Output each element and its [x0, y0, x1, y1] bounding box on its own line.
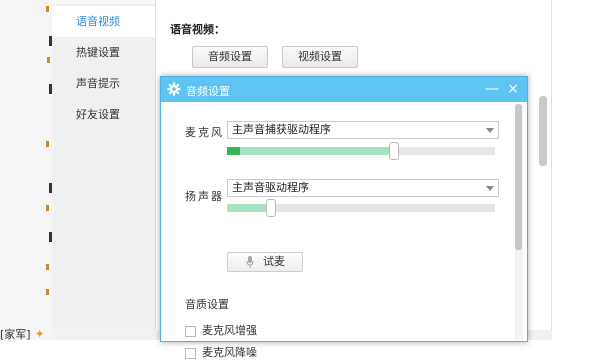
- test-microphone-label: 试麦: [263, 255, 285, 268]
- window-right-edge: [552, 0, 600, 340]
- microphone-device-select[interactable]: 主声音捕获驱动程序: [227, 121, 499, 139]
- background-fragment: [46, 141, 49, 147]
- star-icon: ✦: [34, 327, 45, 341]
- mic-boost-option[interactable]: 麦克风增强: [185, 322, 257, 338]
- video-settings-button[interactable]: 视频设置: [282, 46, 358, 68]
- gear-icon: [167, 82, 181, 96]
- minimize-button[interactable]: —: [484, 80, 500, 98]
- sidebar-item-sound-alerts[interactable]: 声音提示: [52, 68, 155, 99]
- background-fragment: [46, 289, 49, 295]
- section-title: 语音视频：: [170, 23, 225, 36]
- background-fragment: [46, 6, 49, 12]
- microphone-label: 麦克风: [185, 126, 224, 139]
- noise-reduction-checkbox[interactable]: [185, 347, 196, 359]
- noise-reduction-option[interactable]: 麦克风降噪: [185, 344, 257, 360]
- sidebar-item-friends[interactable]: 好友设置: [52, 99, 155, 130]
- speaker-device-select[interactable]: 主声音驱动程序: [227, 179, 499, 197]
- chevron-down-icon: [486, 128, 494, 133]
- speaker-volume-thumb[interactable]: [265, 199, 276, 217]
- microphone-device-value: 主声音捕获驱动程序: [232, 123, 331, 136]
- dialog-scrollbar-thumb[interactable]: [515, 104, 522, 250]
- mic-boost-label: 麦克风增强: [202, 324, 257, 337]
- test-microphone-button[interactable]: 试麦: [227, 252, 303, 272]
- sidebar-item-hotkeys[interactable]: 热键设置: [52, 37, 155, 68]
- microphone-volume-fill: [227, 147, 394, 155]
- dialog-title-bar[interactable]: 音频设置 — ×: [161, 77, 527, 102]
- dialog-body: 麦克风 主声音捕获驱动程序 扬声器 主声音驱动程序 试麦 音质设置 麦克风增强 …: [161, 102, 527, 359]
- close-button[interactable]: ×: [505, 80, 521, 98]
- microphone-icon: [246, 256, 254, 268]
- microphone-volume-thumb[interactable]: [389, 142, 400, 160]
- audio-settings-button[interactable]: 音频设置: [192, 46, 268, 68]
- speaker-device-value: 主声音驱动程序: [232, 181, 309, 194]
- microphone-volume-slider[interactable]: [227, 142, 495, 160]
- noise-reduction-label: 麦克风降噪: [202, 346, 257, 359]
- speaker-label: 扬声器: [185, 190, 224, 203]
- background-fragment: [46, 264, 49, 270]
- sidebar-top-edge: [52, 0, 155, 4]
- microphone-input-level: [227, 147, 241, 155]
- settings-sidebar: 语音视频 热键设置 声音提示 好友设置: [52, 0, 156, 330]
- chevron-down-icon: [486, 186, 494, 191]
- sidebar-item-voice-video[interactable]: 语音视频: [52, 6, 155, 37]
- speaker-volume-fill: [227, 204, 270, 212]
- main-scrollbar[interactable]: [539, 96, 547, 166]
- speaker-volume-slider[interactable]: [227, 199, 495, 217]
- background-fragment: [47, 57, 50, 63]
- background-label: [家军]: [0, 328, 31, 341]
- dialog-title: 音频设置: [186, 85, 230, 98]
- audio-settings-dialog: 音频设置 — × 麦克风 主声音捕获驱动程序 扬声器 主声音驱动程序 试麦 音质…: [160, 76, 528, 359]
- background-window-edge: [0, 0, 52, 340]
- audio-quality-title: 音质设置: [185, 298, 229, 311]
- mic-boost-checkbox[interactable]: [185, 325, 196, 337]
- background-fragment: [46, 205, 49, 211]
